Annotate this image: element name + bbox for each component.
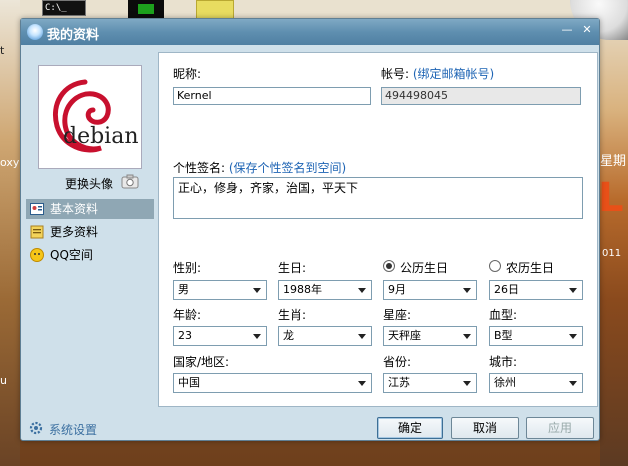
age-select[interactable]: 23 — [173, 326, 267, 346]
desktop-label-u: u — [0, 374, 7, 387]
chevron-down-icon — [569, 334, 577, 339]
desktop-label-oxy: oxy — [0, 156, 20, 169]
zodiac-value: 龙 — [283, 329, 294, 342]
apply-button[interactable]: 应用 — [526, 417, 594, 439]
birth-month-select[interactable]: 9月 — [383, 280, 477, 300]
save-signature-link[interactable]: (保存个性签名到空间) — [229, 161, 346, 175]
country-select[interactable]: 中国 — [173, 373, 372, 393]
account-label-text: 帐号: — [381, 67, 410, 81]
lunar-birthday-label: 农历生日 — [506, 261, 555, 275]
gender-select[interactable]: 男 — [173, 280, 267, 300]
zodiac-select[interactable]: 龙 — [278, 326, 372, 346]
debian-swirl-icon — [53, 79, 111, 153]
basic-info-panel: 昵称: Kernel 帐号: (绑定邮箱帐号) 494498045 个性签名: … — [158, 52, 598, 407]
app-desktop-icon[interactable] — [128, 0, 164, 18]
constellation-label: 星座: — [383, 308, 412, 322]
desktop-label-t: t — [0, 44, 5, 57]
sidebar: debian 更换头像 基本资料 更多资料 QQ空间 — [21, 45, 158, 405]
chevron-down-icon — [569, 381, 577, 386]
nav-more-info-label: 更多资料 — [50, 225, 99, 239]
nav-qzone-label: QQ空间 — [50, 248, 93, 262]
signature-label: 个性签名: (保存个性签名到空间) — [173, 159, 346, 176]
notebook-icon — [30, 225, 44, 239]
cmd-desktop-icon[interactable]: C:\_ — [42, 0, 86, 16]
lunar-birthday-radio[interactable] — [489, 260, 501, 272]
profile-window: 我的资料 — ✕ debian 更换头像 基本资料 更多资料 QQ空间 昵称: … — [20, 18, 600, 441]
desktop-left-strip — [0, 0, 20, 466]
change-avatar-link[interactable]: 更换头像 — [65, 175, 113, 192]
gear-icon — [29, 421, 43, 435]
calendar-year: 011 — [602, 248, 622, 259]
birthday-label: 生日: — [278, 261, 307, 275]
avatar[interactable]: debian — [38, 65, 142, 169]
window-title: 我的资料 — [47, 28, 100, 43]
birth-year-select[interactable]: 1988年 — [278, 280, 372, 300]
birth-year-value: 1988年 — [283, 283, 322, 296]
city-value: 徐州 — [494, 376, 516, 389]
qzone-star-icon — [30, 248, 44, 262]
chevron-down-icon — [358, 334, 366, 339]
minimize-button[interactable]: — — [557, 22, 577, 38]
cancel-button[interactable]: 取消 — [451, 417, 519, 439]
desktop-right-strip — [600, 0, 628, 466]
blood-type-label: 血型: — [489, 308, 518, 322]
camera-icon[interactable] — [121, 173, 139, 189]
nav-qzone[interactable]: QQ空间 — [26, 245, 154, 265]
nav-basic-info-label: 基本资料 — [50, 202, 99, 216]
blood-type-select[interactable]: B型 — [489, 326, 583, 346]
chevron-down-icon — [463, 288, 471, 293]
chevron-down-icon — [569, 288, 577, 293]
birth-day-select[interactable]: 26日 — [489, 280, 583, 300]
chevron-down-icon — [463, 334, 471, 339]
calendar-weekday: 星期 — [600, 154, 627, 169]
gender-value: 男 — [178, 283, 189, 296]
account-field: 494498045 — [381, 87, 581, 105]
age-label: 年龄: — [173, 308, 202, 322]
nav-basic-info[interactable]: 基本资料 — [26, 199, 154, 219]
chevron-down-icon — [358, 288, 366, 293]
birth-day-value: 26日 — [494, 283, 519, 296]
calendar-day: L — [598, 175, 624, 221]
birth-month-value: 9月 — [388, 283, 406, 296]
id-card-icon — [30, 203, 44, 215]
gender-label: 性别: — [173, 261, 202, 275]
city-label: 城市: — [489, 355, 518, 369]
title-bar[interactable]: 我的资料 — ✕ — [21, 19, 599, 45]
city-select[interactable]: 徐州 — [489, 373, 583, 393]
country-label: 国家/地区: — [173, 355, 230, 369]
constellation-value: 天秤座 — [388, 329, 421, 342]
solar-birthday-radio[interactable] — [383, 260, 395, 272]
nickname-input[interactable]: Kernel — [173, 87, 371, 105]
province-value: 江苏 — [388, 376, 410, 389]
bind-email-link[interactable]: (绑定邮箱帐号) — [413, 67, 494, 81]
province-label: 省份: — [383, 355, 412, 369]
country-value: 中国 — [178, 376, 200, 389]
ok-button[interactable]: 确定 — [377, 417, 443, 439]
signature-input[interactable]: 正心，修身，齐家，治国，平天下 — [173, 177, 583, 219]
constellation-select[interactable]: 天秤座 — [383, 326, 477, 346]
nickname-label: 昵称: — [173, 67, 202, 81]
zodiac-label: 生肖: — [278, 308, 307, 322]
solar-birthday-label: 公历生日 — [400, 261, 449, 275]
chevron-down-icon — [463, 381, 471, 386]
qq-icon — [27, 24, 43, 40]
nav-more-info[interactable]: 更多资料 — [26, 222, 154, 242]
chevron-down-icon — [358, 381, 366, 386]
age-value: 23 — [178, 329, 192, 342]
avatar-text: debian — [63, 124, 139, 149]
system-settings-label: 系统设置 — [49, 423, 98, 437]
province-select[interactable]: 江苏 — [383, 373, 477, 393]
blood-type-value: B型 — [494, 329, 513, 342]
chevron-down-icon — [253, 334, 261, 339]
close-button[interactable]: ✕ — [577, 22, 597, 38]
signature-label-text: 个性签名: — [173, 161, 226, 175]
account-label: 帐号: (绑定邮箱帐号) — [381, 65, 494, 82]
chevron-down-icon — [253, 288, 261, 293]
